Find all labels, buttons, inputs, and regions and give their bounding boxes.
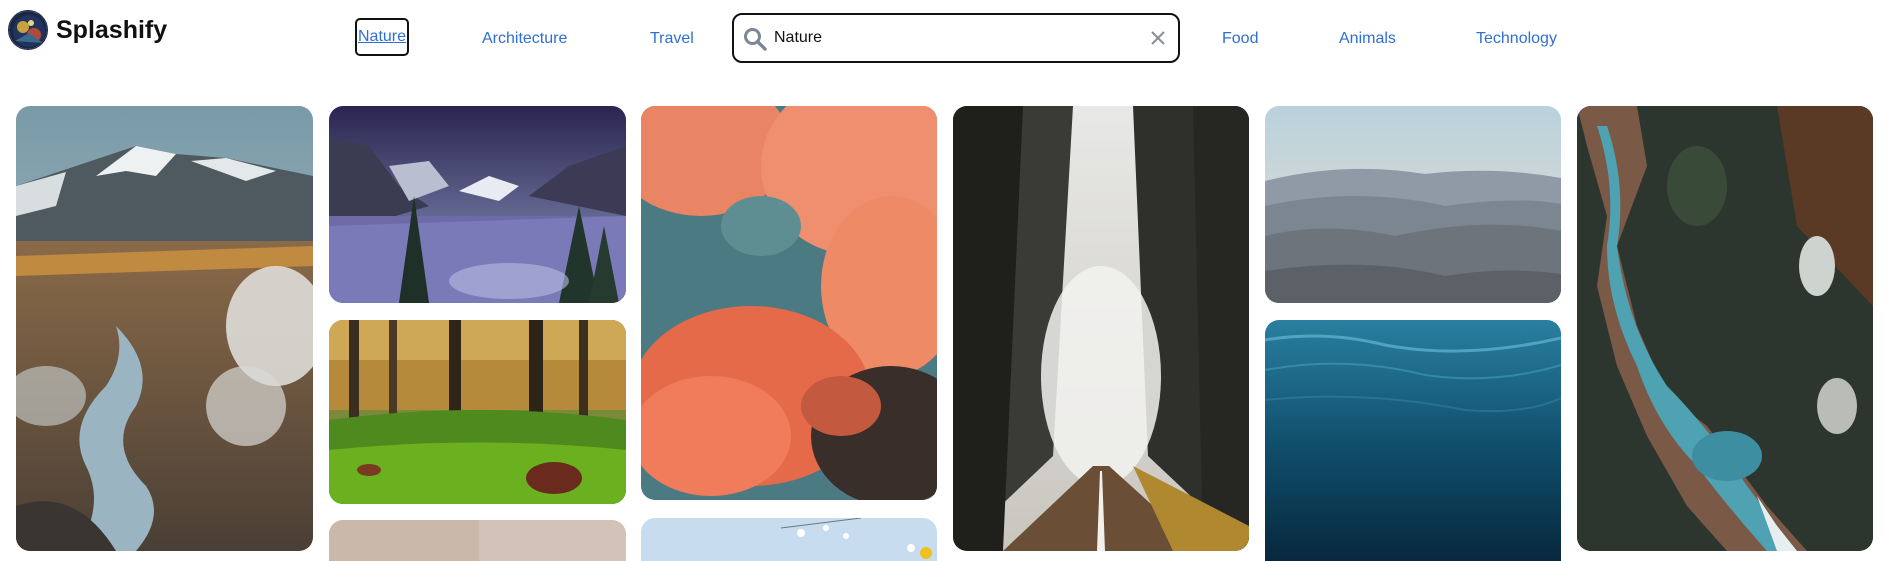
clouds-image <box>641 106 937 500</box>
hazy-mountains-image <box>1265 106 1561 303</box>
mountain-valley-image <box>16 106 313 551</box>
underwater-ocean-image <box>1265 320 1561 561</box>
nav-travel[interactable]: Travel <box>650 30 694 48</box>
nav-technology[interactable]: Technology <box>1476 30 1557 48</box>
flowers-sky-image <box>641 518 937 561</box>
search-icon <box>744 28 767 51</box>
nav-architecture[interactable]: Architecture <box>482 30 567 48</box>
search-input[interactable] <box>774 26 1134 50</box>
photo-card[interactable] <box>1265 320 1561 561</box>
close-icon[interactable] <box>1148 28 1168 48</box>
mossy-forest-image <box>329 320 626 504</box>
river-gorge-image <box>1577 106 1873 551</box>
top-header: Splashify Nature Architecture Travel Foo… <box>0 0 1885 80</box>
photo-card[interactable] <box>329 520 626 561</box>
search-box[interactable] <box>732 13 1180 63</box>
nav-food[interactable]: Food <box>1222 30 1258 48</box>
brand-name[interactable]: Splashify <box>56 16 167 45</box>
photo-card[interactable] <box>16 106 313 551</box>
photo-card[interactable] <box>329 320 626 504</box>
beige-photo-image <box>329 520 626 561</box>
nav-nature[interactable]: Nature <box>355 18 410 56</box>
photo-card[interactable] <box>641 106 937 500</box>
photo-card[interactable] <box>1577 106 1873 551</box>
photo-card[interactable] <box>953 106 1249 551</box>
nav-animals[interactable]: Animals <box>1339 30 1396 48</box>
photo-card[interactable] <box>329 106 626 303</box>
winter-forest-image <box>329 106 626 303</box>
logo-avatar[interactable] <box>8 10 48 50</box>
photo-card[interactable] <box>641 518 937 561</box>
photo-card[interactable] <box>1265 106 1561 303</box>
forest-road-image <box>953 106 1249 551</box>
